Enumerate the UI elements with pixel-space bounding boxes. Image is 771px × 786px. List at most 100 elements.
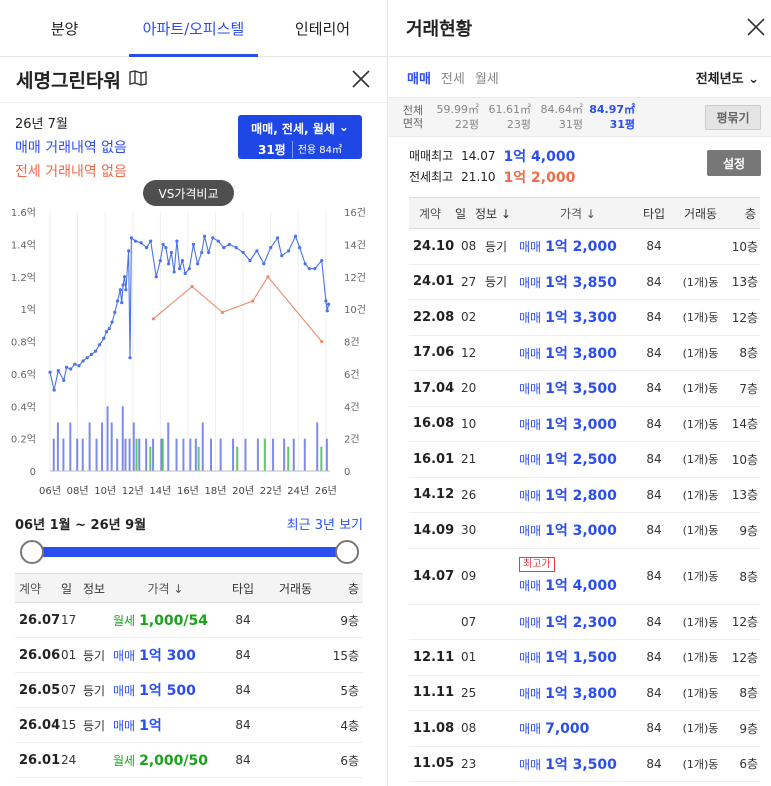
tab-interior[interactable]: 인테리어 — [258, 0, 387, 56]
table-row[interactable]: 26.06 01 등기 매매 1억 300 84 15층 — [15, 638, 363, 673]
area-option[interactable]: 59.99㎡ 22평 — [427, 102, 480, 132]
col-dong[interactable]: 거래동 — [268, 580, 323, 597]
sale-point — [73, 362, 77, 366]
row-type: 84 — [646, 614, 662, 629]
col-info[interactable]: 정보 ↓ — [475, 205, 521, 222]
complex-titlebar: 세명그린타워 — [0, 57, 387, 103]
col-floor[interactable]: 층 — [728, 205, 760, 222]
y-tick-label: 0 — [30, 467, 36, 478]
volume-bar — [152, 438, 155, 471]
sale-price-line — [49, 234, 330, 391]
close-icon[interactable] — [352, 70, 370, 92]
row-price: 매매 1억 — [113, 715, 218, 735]
table-row[interactable]: 26.07 17 월세 1,000/54 84 9층 — [15, 603, 363, 638]
jeonse-point — [266, 275, 270, 279]
col-price[interactable]: 가격 ↓ — [113, 580, 218, 597]
col-price[interactable]: 가격 ↓ — [521, 205, 635, 222]
col-contract[interactable]: 계약 — [15, 580, 61, 597]
tab-jeonse[interactable]: 전세 — [441, 68, 465, 87]
col-floor[interactable]: 층 — [323, 580, 363, 597]
row-ym: 17.06 — [413, 345, 455, 361]
trade-filter-button[interactable]: 매매, 전세, 월세 ⌄ 31평 전용 84㎡ — [238, 115, 362, 159]
slider-end-handle[interactable] — [335, 540, 359, 564]
table-row[interactable]: 14.07 09 최고가 매매 1억 4,000 84 (1개)동 8층 — [409, 549, 760, 605]
close-icon[interactable] — [747, 18, 765, 40]
table-row[interactable]: 16.08 10 매매 1억 3,000 84 (1개)동 14층 — [409, 407, 760, 442]
row-price-value: 월세 2,000/50 — [113, 753, 208, 769]
sale-point — [93, 349, 98, 353]
row-floor: 8층 — [739, 686, 758, 701]
row-price-value: 매매 1억 3,850 — [519, 275, 617, 291]
row-amount: 1억 3,800 — [545, 685, 617, 702]
table-row[interactable]: 26.04 15 등기 매매 1억 84 4층 — [15, 708, 363, 743]
row-ym: 11.08 — [413, 720, 455, 736]
row-amount: 1억 2,000 — [545, 239, 617, 256]
vs-compare-button[interactable]: VS가격비교 — [143, 180, 234, 206]
row-floor: 6층 — [340, 753, 359, 768]
row-ym: 17.04 — [413, 380, 455, 396]
table-row[interactable]: 17.06 12 매매 1억 3,800 84 (1개)동 8층 — [409, 336, 760, 371]
sale-point — [113, 310, 117, 314]
book-icon[interactable] — [129, 69, 147, 90]
area-option[interactable]: 84.64㎡ 31평 — [531, 102, 584, 132]
col-type[interactable]: 타입 — [218, 580, 268, 597]
row-kind: 매매 — [519, 615, 542, 630]
slider-start-handle[interactable] — [20, 540, 44, 564]
volume-bar — [128, 438, 131, 471]
row-day: 10 — [461, 416, 477, 431]
row-ym: 14.12 — [413, 487, 455, 503]
table-row[interactable]: 11.11 25 매매 1억 3,800 84 (1개)동 8층 — [409, 676, 760, 711]
table-row[interactable]: 26.05 07 등기 매매 1억 500 84 5층 — [15, 673, 363, 708]
row-amount: 1억 2,300 — [545, 614, 617, 631]
row-kind: 매매 — [519, 524, 542, 539]
col-info[interactable]: 정보 — [83, 580, 113, 597]
area-header[interactable]: 전체 면적 — [399, 104, 427, 130]
table-row[interactable]: 17.04 20 매매 1억 3,500 84 (1개)동 7층 — [409, 371, 760, 407]
row-info: 등기 — [485, 239, 508, 254]
row-dong: (1개)동 — [682, 346, 719, 360]
row-price: 매매 1억 2,000 — [519, 236, 635, 256]
area-m2: 61.61㎡ — [488, 103, 532, 116]
sale-point — [234, 246, 238, 250]
table-row[interactable]: 11.08 08 매매 7,000 84 (1개)동 9층 — [409, 711, 760, 747]
tab-apartment[interactable]: 아파트/오피스텔 — [129, 0, 258, 57]
sale-point — [202, 234, 207, 238]
table-row[interactable]: 24.01 27 등기 매매 1억 3,850 84 (1개)동 13층 — [409, 265, 760, 300]
sale-point — [216, 239, 220, 243]
recent-3y-link[interactable]: 최근 3년 보기 — [287, 514, 363, 533]
settings-button[interactable]: 설정 — [707, 150, 761, 176]
y2-tick-label: 2건 — [344, 434, 360, 446]
row-price: 매매 1억 3,000 — [519, 414, 635, 434]
table-row[interactable]: 14.09 30 매매 1억 3,000 84 (1개)동 9층 — [409, 513, 760, 549]
trade-status-title: 거래현황 — [389, 0, 771, 57]
table-row[interactable]: 24.10 08 등기 매매 1억 2,000 84 10층 — [409, 229, 760, 265]
group-pyeong-button[interactable]: 평묶기 — [705, 105, 761, 130]
col-day[interactable]: 일 — [61, 580, 83, 597]
col-day[interactable]: 일 — [455, 205, 475, 222]
tab-presale[interactable]: 분양 — [0, 0, 129, 56]
col-type[interactable]: 타입 — [635, 205, 673, 222]
table-row[interactable]: 11.05 23 매매 1억 3,500 84 (1개)동 6층 — [409, 747, 760, 782]
table-row[interactable]: 16.01 21 매매 1억 2,500 84 (1개)동 10층 — [409, 442, 760, 478]
table-row[interactable]: 07 매매 1억 2,300 84 (1개)동 12층 — [409, 605, 760, 640]
tab-monthly[interactable]: 월세 — [475, 68, 499, 87]
left-panel: 분양 아파트/오피스텔 인테리어 세명그린타워 26년 7월 매매 거래내역 없… — [0, 0, 388, 786]
sale-point — [77, 364, 81, 368]
sale-point — [178, 267, 182, 271]
col-dong[interactable]: 거래동 — [673, 205, 728, 222]
row-kind: 매매 — [113, 649, 136, 663]
row-price: 최고가 매매 1억 4,000 — [519, 557, 635, 595]
area-option-selected[interactable]: 84.97㎡ 31평 — [583, 102, 635, 132]
table-row[interactable]: 26.01 24 월세 2,000/50 84 6층 — [15, 743, 363, 778]
year-select[interactable]: 전체년도 ⌄ — [696, 68, 759, 87]
table-row[interactable]: 22.08 02 매매 1억 3,300 84 (1개)동 12층 — [409, 300, 760, 336]
sale-point — [280, 254, 284, 258]
period-slider[interactable] — [20, 540, 359, 564]
volume-bar-rent — [236, 446, 239, 471]
row-type: 84 — [646, 523, 662, 538]
table-row[interactable]: 14.12 26 매매 1억 2,800 84 (1개)동 13층 — [409, 478, 760, 513]
table-row[interactable]: 12.11 01 매매 1억 1,500 84 (1개)동 12층 — [409, 640, 760, 676]
col-contract[interactable]: 계약 — [409, 205, 455, 222]
tab-sale[interactable]: 매매 — [407, 68, 431, 87]
area-option[interactable]: 61.61㎡ 23평 — [479, 102, 532, 132]
